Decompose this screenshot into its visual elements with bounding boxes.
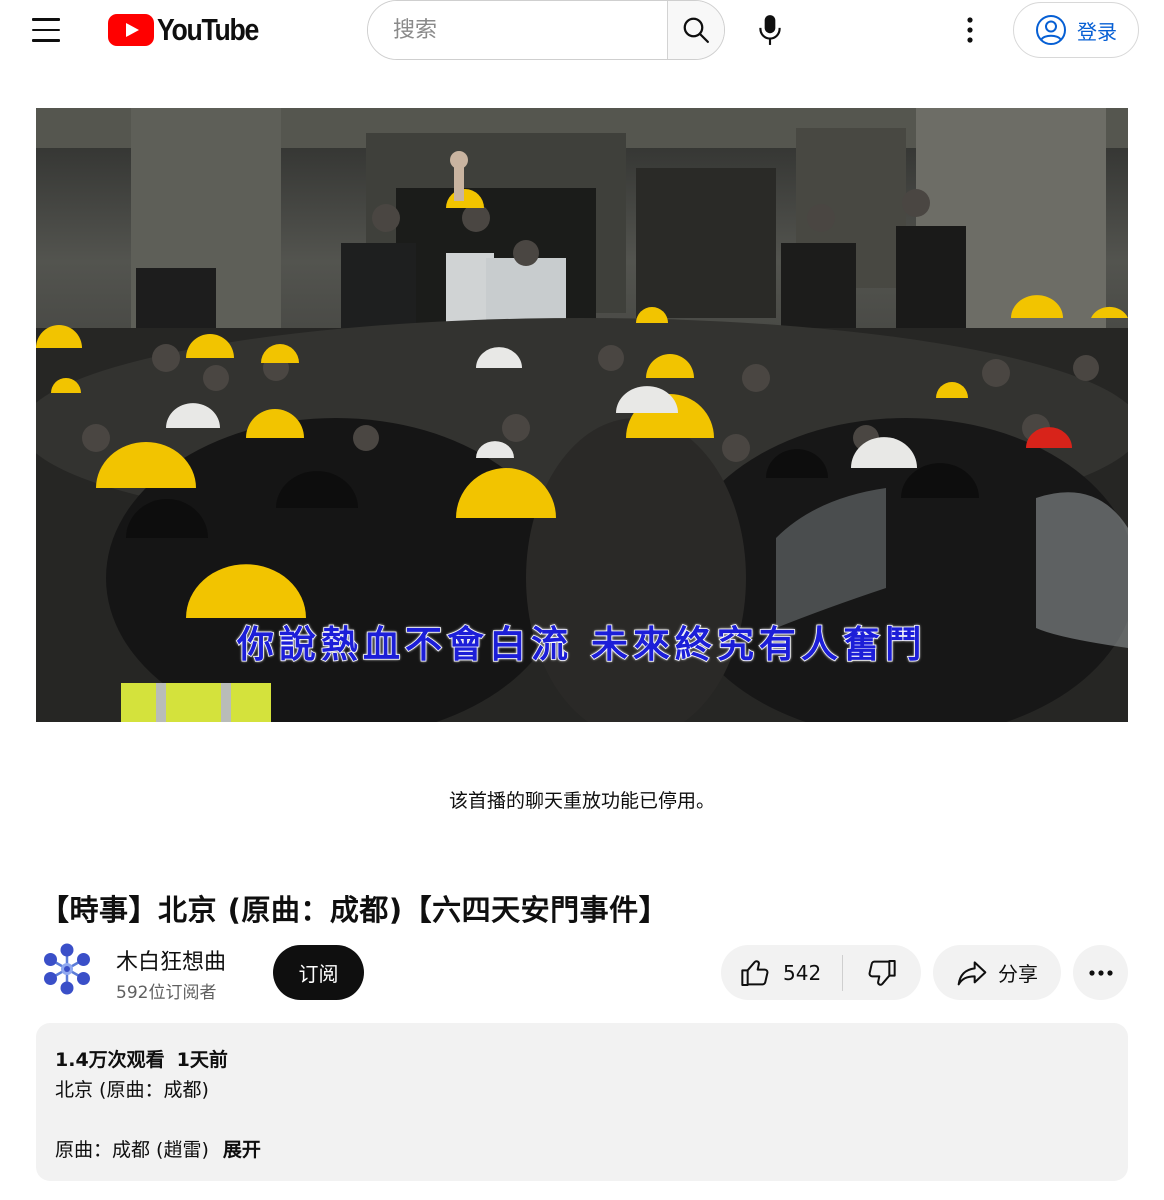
description-meta: 1.4万次观看 1天前 <box>55 1045 228 1072</box>
dislike-icon <box>868 959 896 986</box>
view-count: 1.4万次观看 <box>55 1049 165 1071</box>
menu-button[interactable] <box>32 10 76 50</box>
settings-more-button[interactable] <box>948 8 992 52</box>
expand-button[interactable]: 展开 <box>223 1139 261 1161</box>
youtube-logo[interactable]: YouTube <box>108 12 275 48</box>
share-label: 分享 <box>998 962 1038 986</box>
description-line: 北京 (原曲：成都) <box>55 1079 209 1101</box>
logo-text: YouTube <box>157 12 259 47</box>
search-button[interactable] <box>667 1 724 59</box>
channel-logo-icon <box>44 943 90 995</box>
upload-age: 1天前 <box>176 1049 228 1071</box>
channel-avatar[interactable] <box>40 942 94 996</box>
menu-icon <box>32 18 60 21</box>
search-input[interactable] <box>368 1 667 59</box>
more-actions-button[interactable] <box>1073 945 1128 1000</box>
mic-icon <box>759 15 781 45</box>
dislike-button[interactable] <box>843 945 921 1000</box>
description-line-2: 原曲：成都 (趙雷) 展开 <box>55 1135 261 1162</box>
like-button[interactable]: 542 <box>721 945 842 1000</box>
sign-in-label: 登录 <box>1077 19 1117 44</box>
video-title: 【時事】北京 (原曲：成都)【六四天安門事件】 <box>40 893 669 927</box>
channel-name[interactable]: 木白狂想曲 <box>116 944 226 976</box>
video-player[interactable]: 你說熱血不會白流 未來終究有人奮鬥 <box>36 108 1128 722</box>
like-icon <box>741 959 769 986</box>
search-bar <box>367 0 725 60</box>
subscriber-count: 592位订阅者 <box>116 983 217 1003</box>
share-icon <box>957 960 987 985</box>
youtube-play-icon <box>108 14 154 46</box>
like-dislike-group: 542 <box>721 945 921 1000</box>
description-text: 原曲：成都 (趙雷) <box>55 1139 209 1161</box>
more-vert-icon <box>967 17 973 43</box>
chat-replay-notice: 该首播的聊天重放功能已停用。 <box>448 790 715 812</box>
more-horiz-icon <box>1088 969 1113 976</box>
search-icon <box>683 17 709 43</box>
subscribe-button[interactable]: 订阅 <box>273 945 364 1000</box>
description-box[interactable]: 1.4万次观看 1天前 北京 (原曲：成都) 原曲：成都 (趙雷) 展开 <box>36 1023 1128 1181</box>
video-subtitle: 你說熱血不會白流 未來終究有人奮鬥 <box>236 621 927 667</box>
like-count: 542 <box>783 960 822 985</box>
share-button[interactable]: 分享 <box>933 945 1061 1000</box>
voice-search-button[interactable] <box>748 8 792 52</box>
sign-in-button[interactable]: 登录 <box>1013 2 1139 58</box>
account-icon <box>1036 15 1066 45</box>
